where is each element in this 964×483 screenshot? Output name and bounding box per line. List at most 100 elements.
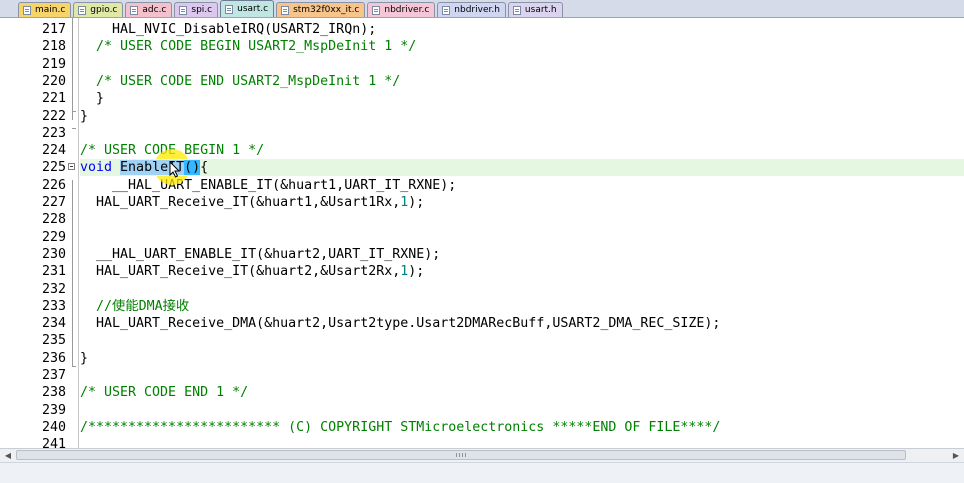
line-number: 229: [41, 229, 66, 245]
code-line[interactable]: 227 HAL_UART_Receive_IT(&huart1,&Usart1R…: [0, 194, 964, 211]
code-line[interactable]: 221 }: [0, 90, 964, 107]
code-line[interactable]: 219: [0, 56, 964, 73]
code-token: /************************ (C) COPYRIGHT …: [80, 419, 721, 435]
file-icon: [130, 5, 139, 15]
code-line[interactable]: 238 /* USER CODE END 1 */: [0, 384, 964, 401]
code-line[interactable]: 235: [0, 332, 964, 349]
code-line[interactable]: 237: [0, 367, 964, 384]
code-line[interactable]: 234 HAL_UART_Receive_DMA(&huart2,Usart2t…: [0, 315, 964, 332]
status-bar: [0, 462, 964, 483]
tab-usart-c[interactable]: usart.c: [220, 0, 275, 17]
line-number: 225: [41, 160, 66, 176]
scrollbar-thumb[interactable]: [16, 450, 906, 460]
code-editor[interactable]: 217 HAL_NVIC_DisableIRQ(USART2_IRQn); 218…: [0, 18, 964, 448]
code-text: HAL_NVIC_DisableIRQ(USART2_IRQn);: [80, 21, 376, 38]
code-line[interactable]: 229: [0, 229, 964, 246]
line-number: 220: [41, 73, 66, 89]
tab-label: nbdriver.h: [454, 5, 500, 15]
line-number: 224: [41, 143, 66, 159]
scroll-left-icon[interactable]: ◀: [2, 450, 14, 461]
code-line[interactable]: 225 void EnableIT(){: [0, 159, 964, 177]
code-line[interactable]: 236}: [0, 350, 964, 367]
code-token: {: [200, 160, 209, 176]
line-number: 236: [41, 350, 66, 366]
tab-adc-c[interactable]: adc.c: [125, 2, 173, 17]
code-token: }: [80, 350, 89, 366]
tab-gpio-c[interactable]: gpio.c: [73, 2, 124, 17]
line-number: 227: [41, 195, 66, 210]
code-token: }: [96, 91, 105, 107]
file-icon: [23, 5, 31, 15]
code-line[interactable]: 217 HAL_NVIC_DisableIRQ(USART2_IRQn);: [0, 21, 964, 38]
tab-label: spi.c: [191, 5, 213, 15]
code-token: );: [408, 195, 425, 210]
code-line[interactable]: 223: [0, 125, 964, 142]
tab-main-c[interactable]: main.c: [18, 2, 72, 17]
line-number: 217: [41, 22, 66, 37]
code-line[interactable]: 230 __HAL_UART_ENABLE_IT(&huart2,UART_IT…: [0, 246, 964, 263]
code-token: HAL_UART_Receive_IT(&huart1,&Usart1Rx,: [96, 195, 401, 210]
code-line[interactable]: 231 HAL_UART_Receive_IT(&huart2,&Usart2R…: [0, 263, 964, 280]
code-token: /* USER CODE BEGIN USART2_MspDeInit 1 */: [96, 39, 417, 55]
code-line[interactable]: 240 /************************ (C) COPYRIG…: [0, 419, 964, 436]
tab-label: main.c: [35, 5, 66, 15]
matched-parens: (): [184, 160, 201, 176]
code-token: /* USER CODE END USART2_MspDeInit 1 */: [96, 73, 401, 89]
code-text: __HAL_UART_ENABLE_IT(&huart2,UART_IT_RXN…: [80, 246, 440, 263]
tab-nbdriver-h[interactable]: nbdriver.h: [437, 2, 506, 17]
line-number: 233: [41, 298, 66, 314]
tab-label: nbdriver.c: [384, 5, 430, 15]
file-icon: [225, 4, 234, 14]
code-line[interactable]: 239: [0, 402, 964, 419]
code-text: /* USER CODE END 1 */: [80, 384, 248, 401]
code-text: }: [80, 90, 104, 107]
code-text: HAL_UART_Receive_DMA(&huart2,Usart2type.…: [80, 315, 720, 332]
code-token: );: [408, 264, 425, 280]
code-token: HAL_NVIC_DisableIRQ(USART2_IRQn);: [112, 22, 377, 37]
code-token: HAL_UART_Receive_DMA(&huart2,Usart2type.…: [96, 316, 721, 332]
tab-label: adc.c: [142, 5, 167, 15]
tab-usart-h[interactable]: usart.h: [507, 2, 563, 17]
scroll-right-icon[interactable]: ▶: [950, 450, 962, 461]
code-text: /************************ (C) COPYRIGHT …: [80, 419, 720, 436]
line-number: 221: [41, 91, 66, 107]
line-number: 232: [41, 281, 66, 297]
tab-label: gpio.c: [90, 5, 118, 15]
file-icon: [78, 5, 87, 15]
code-token: //使能DMA接收: [96, 298, 190, 314]
code-token: __HAL_UART_ENABLE_IT(&huart2,UART_IT_RXN…: [96, 246, 441, 262]
code-token: HAL_UART_Receive_IT(&huart2,&Usart2Rx,: [96, 264, 401, 280]
code-token: /* USER CODE END 1 */: [80, 385, 249, 401]
line-number: 218: [41, 39, 66, 55]
line-number: 240: [41, 419, 66, 435]
code-text: void EnableIT(){: [80, 159, 208, 176]
file-icon: [372, 5, 381, 15]
line-number: 239: [41, 402, 66, 418]
code-line[interactable]: 241: [0, 436, 964, 448]
horizontal-scrollbar[interactable]: ◀ ▶: [0, 448, 964, 462]
mouse-cursor-icon: [169, 161, 181, 179]
fold-collapse-icon[interactable]: [68, 163, 75, 171]
tab-spi-c[interactable]: spi.c: [174, 2, 219, 17]
code-line[interactable]: 218 /* USER CODE BEGIN USART2_MspDeInit …: [0, 38, 964, 55]
code-line[interactable]: 232: [0, 281, 964, 298]
line-number: 231: [41, 264, 66, 280]
line-number: 241: [41, 437, 66, 448]
code-line[interactable]: 226 __HAL_UART_ENABLE_IT(&huart1,UART_IT…: [0, 177, 964, 194]
code-line[interactable]: 224/* USER CODE BEGIN 1 */: [0, 142, 964, 159]
code-text: HAL_UART_Receive_IT(&huart1,&Usart1Rx,1)…: [80, 194, 424, 211]
code-line[interactable]: 220 /* USER CODE END USART2_MspDeInit 1 …: [0, 73, 964, 90]
code-line[interactable]: 233 //使能DMA接收: [0, 298, 964, 315]
line-number: 222: [41, 108, 66, 124]
file-icon: [179, 5, 188, 15]
code-line[interactable]: 228: [0, 211, 964, 228]
tab-stm32f0xx-it-c[interactable]: stm32f0xx_it.c: [276, 2, 366, 17]
tab-nbdriver-c[interactable]: nbdriver.c: [367, 2, 436, 17]
code-line[interactable]: 222}: [0, 108, 964, 125]
line-number: 226: [41, 177, 66, 193]
keyword: void: [80, 160, 113, 176]
line-number: 219: [41, 56, 66, 72]
code-text: __HAL_UART_ENABLE_IT(&huart1,UART_IT_RXN…: [80, 177, 456, 194]
code-text: /* USER CODE BEGIN USART2_MspDeInit 1 */: [80, 38, 416, 55]
code-text: //使能DMA接收: [80, 298, 189, 315]
